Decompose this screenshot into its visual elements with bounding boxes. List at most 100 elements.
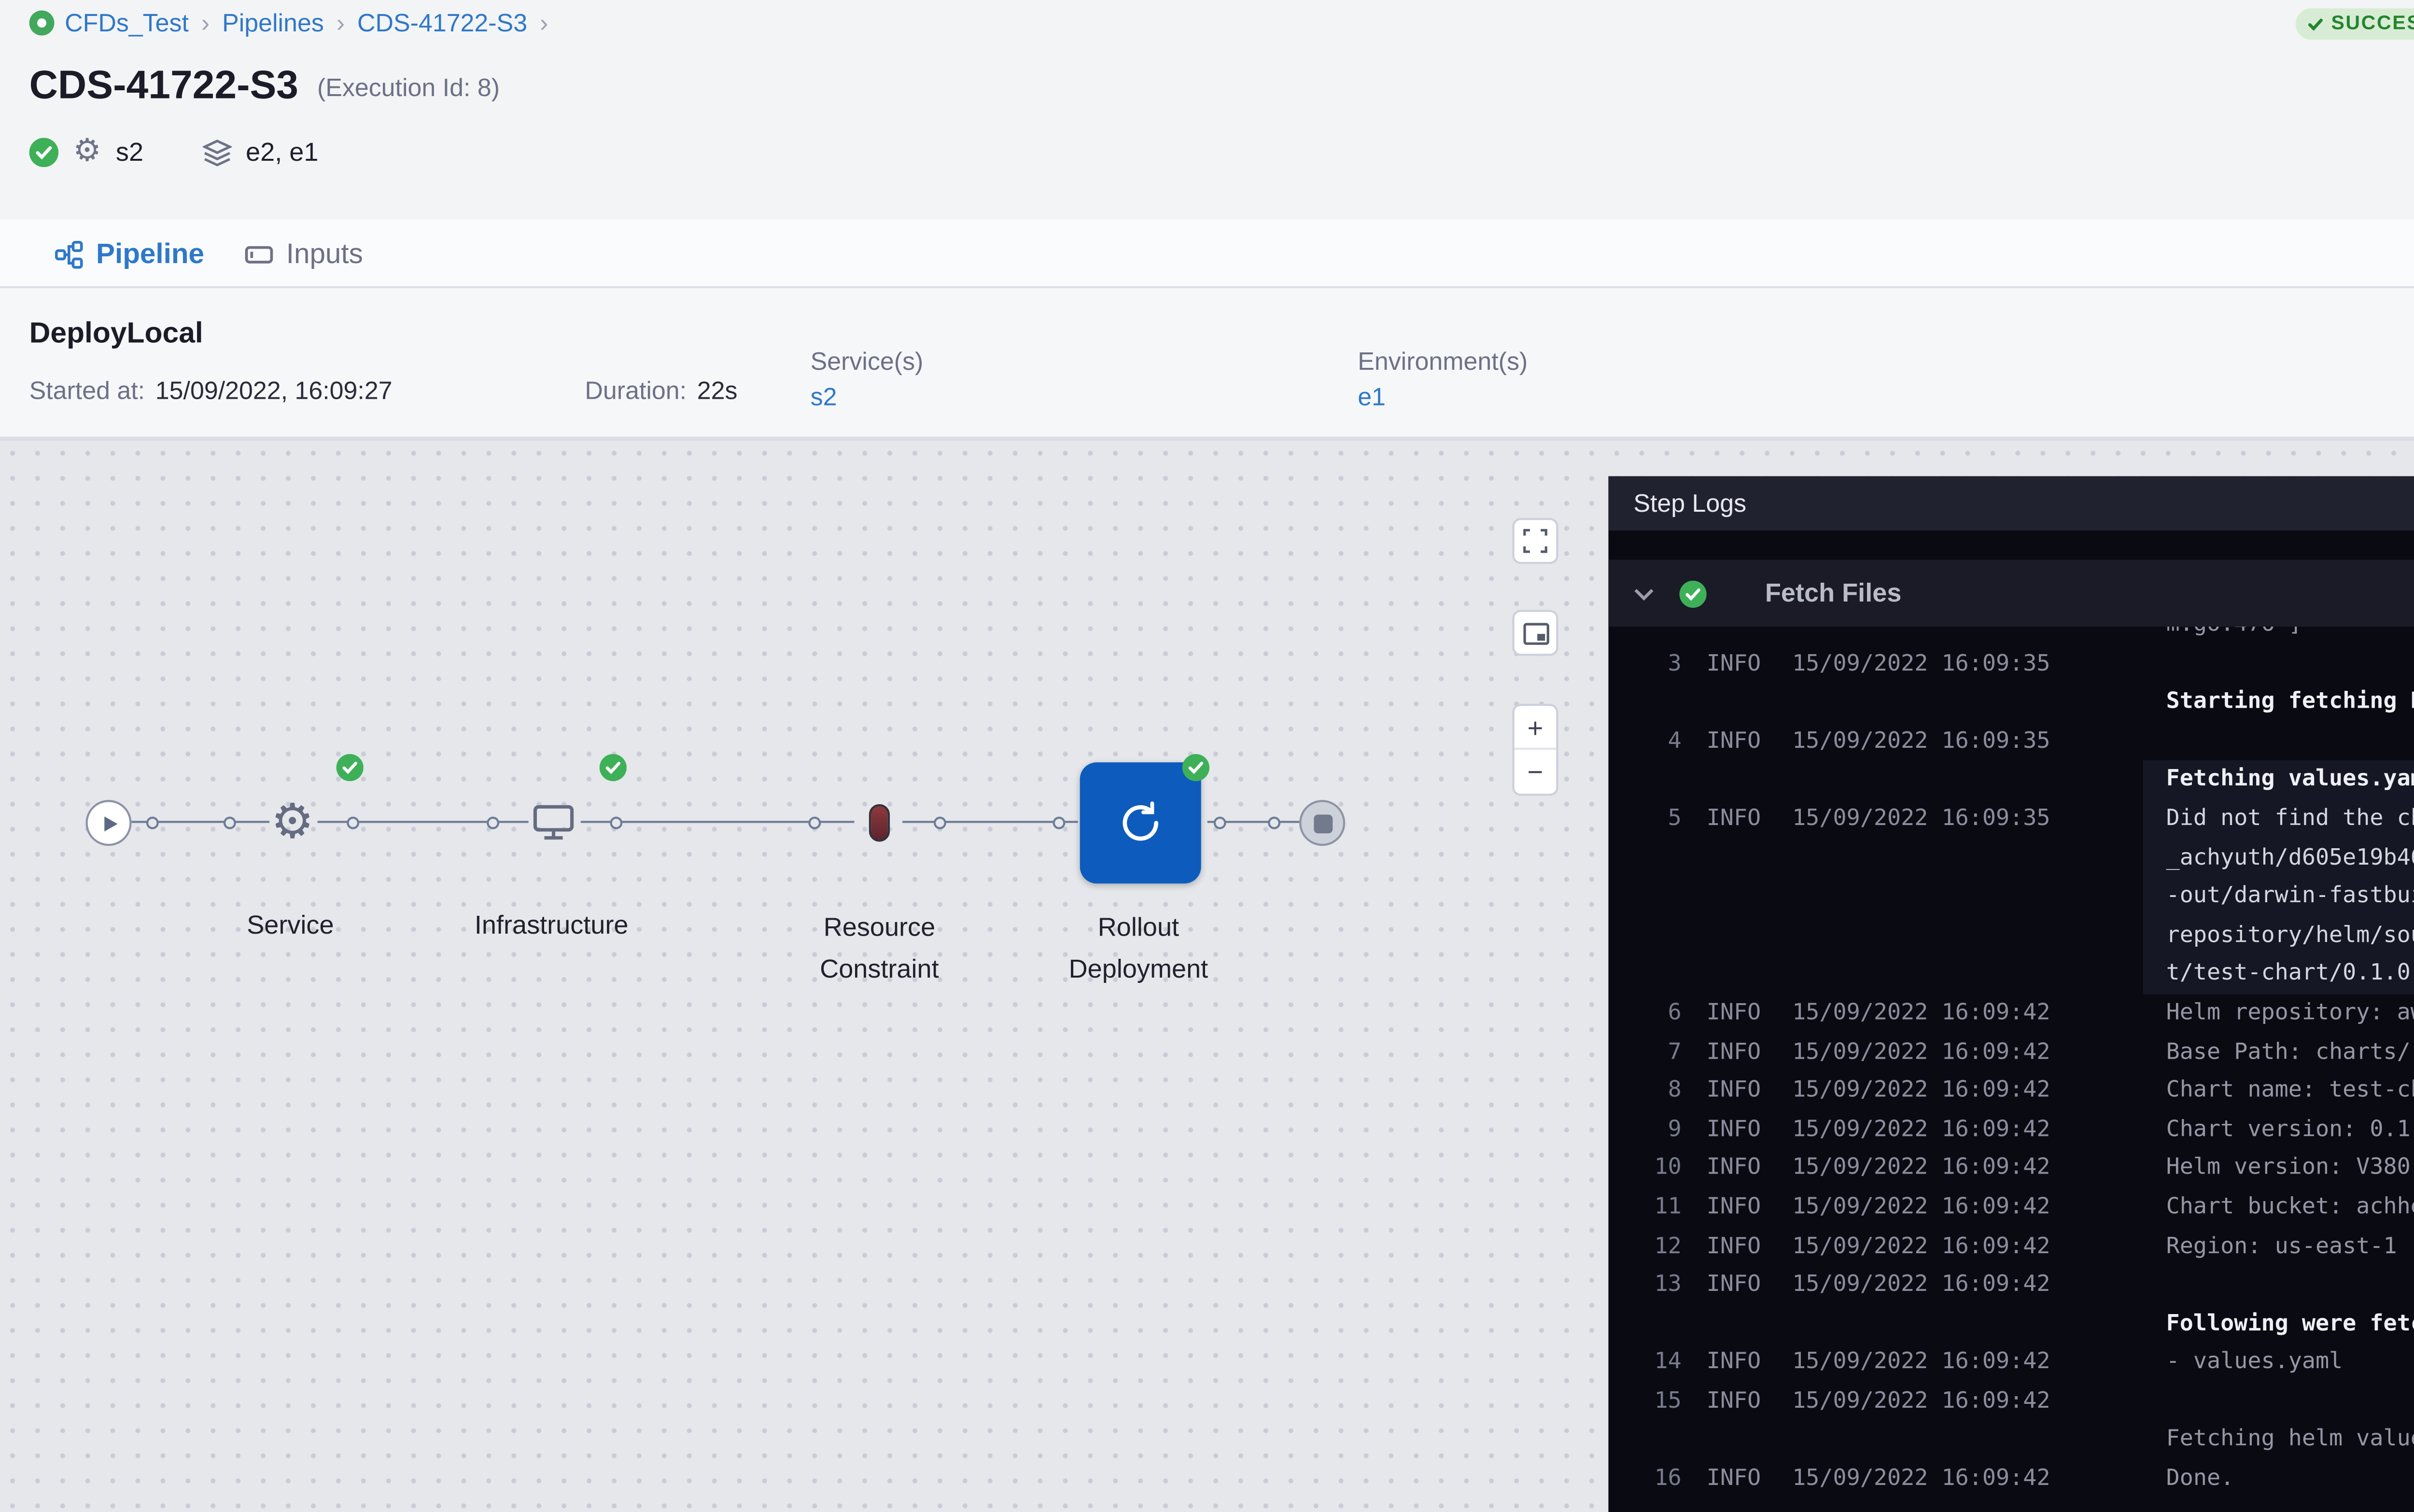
log-ln (1625, 761, 1682, 799)
tab-pipeline-label: Pipeline (96, 238, 204, 269)
log-section-header[interactable]: Fetch Files 9s (1608, 560, 2414, 627)
connector-dot (487, 817, 499, 829)
log-ts: 15/09/2022 16:09:35 (1792, 800, 2051, 839)
tab-pipeline[interactable]: Pipeline (54, 219, 204, 288)
log-line[interactable]: 16INFO15/09/2022 16:09:42Done. (1608, 1460, 2414, 1498)
log-ln: 10 (1625, 1149, 1682, 1188)
service-gear-icon: ⚙ (73, 138, 101, 168)
log-line[interactable]: Starting fetching Helm values (1608, 684, 2414, 722)
log-line[interactable]: _achyuth/d605e19b46448ceaacb01fb4c19633a… (1608, 839, 2414, 877)
canvas-fullscreen-button[interactable] (1512, 518, 1558, 564)
log-line[interactable]: 14INFO15/09/2022 16:09:42- values.yaml (1608, 1344, 2414, 1382)
breadcrumb-pipelines[interactable]: Pipelines (222, 8, 324, 38)
log-lvl (1707, 878, 1792, 916)
stage-summary-bar: DeployLocal Started at: 15/09/2022, 16:0… (0, 288, 2414, 439)
zoom-in-button[interactable]: + (1515, 706, 1557, 750)
log-line[interactable]: 12INFO15/09/2022 16:09:42Region: us-east… (1608, 1227, 2414, 1266)
log-line[interactable]: 9INFO15/09/2022 16:09:42Chart version: 0… (1608, 1110, 2414, 1149)
page-title: CDS-41722-S3 (29, 65, 298, 111)
log-message: Base Path: charts/ (2166, 1033, 2411, 1072)
log-ln: 3 (1625, 644, 1682, 683)
log-lvl: INFO (1707, 722, 1792, 761)
end-node[interactable] (1299, 800, 1345, 846)
log-line[interactable]: Fetching values.yaml from helm chart rep… (1608, 761, 2414, 799)
log-line[interactable]: 15INFO15/09/2022 16:09:42 (1608, 1383, 2414, 1421)
environment-link[interactable]: e1 (1358, 382, 1386, 412)
zoom-out-button[interactable]: − (1515, 750, 1557, 794)
log-ts: 15/09/2022 16:09:42 (1792, 1188, 2051, 1227)
start-node[interactable] (85, 800, 131, 846)
service-node-gear-icon: ⚙ (271, 796, 314, 846)
service-node-label: Service (196, 907, 384, 947)
log-message: Fetching values.yaml from helm chart rep… (2166, 761, 2414, 799)
log-ln (1625, 627, 1682, 644)
log-lvl (1707, 761, 1792, 799)
canvas-minimap-button[interactable] (1512, 610, 1558, 656)
resource-constraint-node-label: Resource Constraint (786, 909, 973, 990)
log-ts: 15/09/2022 16:09:42 (1792, 1072, 2051, 1110)
log-ts (1792, 955, 2051, 994)
log-line[interactable]: 11INFO15/09/2022 16:09:42Chart bucket: a… (1608, 1188, 2414, 1227)
log-body: m.go:476 ]3INFO15/09/2022 16:09:35Starti… (1608, 627, 2414, 1512)
breadcrumb-pipeline-name[interactable]: CDS-41722-S3 (357, 8, 527, 38)
log-line[interactable]: 6INFO15/09/2022 16:09:42Helm repository:… (1608, 994, 2414, 1033)
log-ts: 15/09/2022 16:09:42 (1792, 1266, 2051, 1304)
log-message: Chart name: test-chart (2166, 1072, 2414, 1110)
log-line[interactable]: 4INFO15/09/2022 16:09:35 (1608, 722, 2414, 761)
log-line[interactable]: Following were fetched successfully : (1608, 1305, 2414, 1344)
stage-name: DeployLocal (29, 315, 203, 349)
log-line[interactable]: -out/darwin-fastbuild/bin/260-delegate/e… (1608, 878, 2414, 916)
log-ts: 15/09/2022 16:09:35 (1792, 722, 2051, 761)
chevron-down-icon[interactable] (1633, 586, 1654, 601)
log-ln (1625, 878, 1682, 916)
pipeline-tab-icon (54, 239, 84, 268)
connector-dot (808, 817, 821, 829)
rollout-icon (1115, 798, 1165, 848)
breadcrumb-project[interactable]: CFDs_Test (65, 8, 189, 38)
log-message: Starting fetching Helm values (2166, 684, 2414, 722)
log-message: Helm repository: aws-qa-setup-modified (2166, 994, 2414, 1033)
page-header: CFDs_Test › Pipelines › CDS-41722-S3 › S… (0, 0, 2414, 219)
log-lvl: INFO (1707, 1383, 1792, 1421)
log-ts: 15/09/2022 16:09:42 (1792, 1383, 2051, 1421)
log-lvl: INFO (1707, 1072, 1792, 1110)
log-line[interactable]: 7INFO15/09/2022 16:09:42Base Path: chart… (1608, 1033, 2414, 1072)
log-line[interactable]: Fetching helm values completed successfu… (1608, 1421, 2414, 1460)
log-lvl: INFO (1707, 1460, 1792, 1498)
infrastructure-node[interactable] (529, 798, 579, 848)
tab-inputs[interactable]: Inputs (244, 219, 363, 288)
log-ln: 12 (1625, 1227, 1682, 1266)
log-line[interactable]: 5INFO15/09/2022 16:09:35Did not find the… (1608, 800, 2414, 839)
log-ln (1625, 955, 1682, 994)
resource-constraint-node[interactable] (869, 804, 890, 842)
service-node[interactable]: ⚙ (267, 796, 318, 846)
log-message: m.go:476 ] (2166, 627, 2302, 644)
log-ts (1792, 839, 2051, 877)
step-logs-header: Step Logs Console View (1608, 476, 2414, 530)
log-line[interactable]: m.go:476 ] (1608, 627, 2414, 644)
log-line[interactable]: 13 INFO15/09/2022 16:09:42 (1608, 1266, 2414, 1304)
connector-dot (224, 817, 236, 829)
log-message: Following were fetched successfully : (2166, 1305, 2414, 1344)
log-ln (1625, 916, 1682, 955)
log-ln (1625, 839, 1682, 877)
log-line[interactable]: t/test-chart/0.1.0 (1608, 955, 2414, 994)
connector-dot (347, 817, 359, 829)
rollout-success-icon (1182, 754, 1209, 781)
status-text: SUCCESS (2331, 13, 2414, 36)
log-lvl (1707, 955, 1792, 994)
log-ts (1792, 761, 2051, 799)
log-lvl (1707, 916, 1792, 955)
log-line[interactable]: 8INFO15/09/2022 16:09:42Chart name: test… (1608, 1072, 2414, 1110)
log-ln: 13 (1625, 1266, 1682, 1304)
log-ln: 6 (1625, 994, 1682, 1033)
log-ln: 14 (1625, 1344, 1682, 1382)
log-line[interactable]: 10INFO15/09/2022 16:09:42Helm version: V… (1608, 1149, 2414, 1188)
connector-dot (1053, 817, 1066, 829)
log-line[interactable]: repository/helm/source/93602db7-89f2-317… (1608, 916, 2414, 955)
log-line[interactable]: 3INFO15/09/2022 16:09:35 (1608, 644, 2414, 683)
service-tag: s2 (116, 138, 143, 168)
log-ln: 9 (1625, 1110, 1682, 1149)
log-lvl: INFO (1707, 1266, 1792, 1304)
service-link[interactable]: s2 (811, 382, 837, 412)
